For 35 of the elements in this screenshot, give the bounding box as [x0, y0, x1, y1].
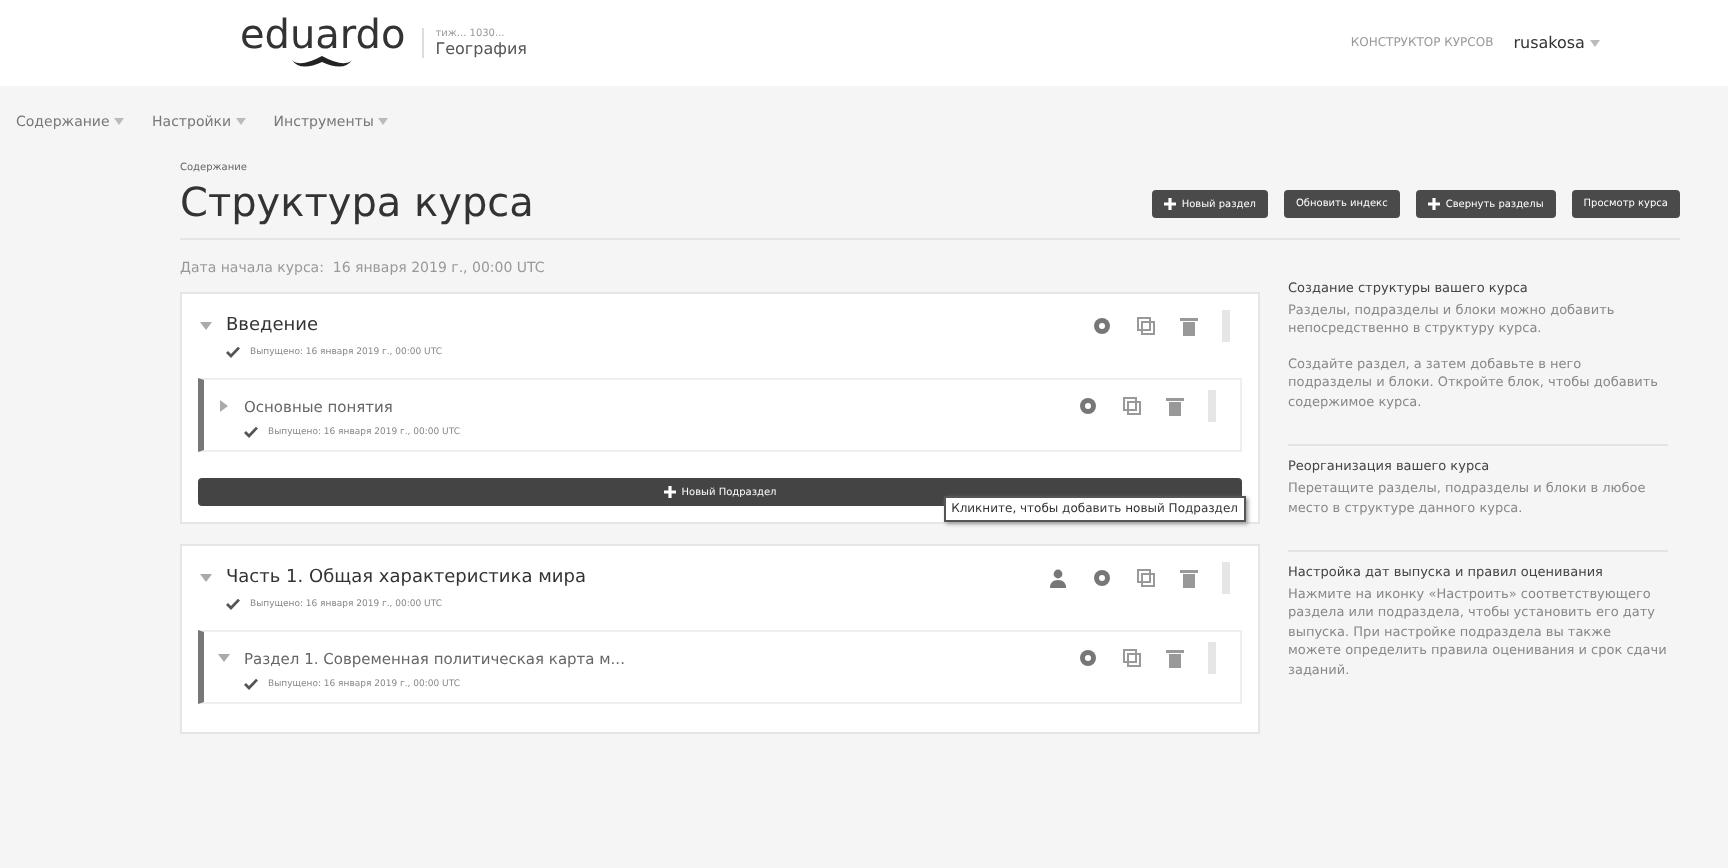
caret-icon: [235, 118, 246, 127]
section-title[interactable]: Введение: [226, 316, 319, 336]
check-icon: [226, 346, 240, 358]
copy-icon[interactable]: [1136, 568, 1156, 588]
trash-icon[interactable]: [1166, 648, 1184, 668]
mustache-icon: [292, 56, 353, 72]
copy-icon[interactable]: [1122, 648, 1142, 668]
check-icon: [244, 678, 258, 690]
check-icon: [226, 598, 240, 610]
check-icon: [244, 426, 258, 438]
course-name: География: [435, 40, 527, 58]
trash-icon[interactable]: [1166, 396, 1184, 416]
chevron-right-icon[interactable]: [216, 398, 232, 414]
logo[interactable]: eduardo: [240, 14, 406, 54]
settings-icon[interactable]: [1078, 648, 1098, 668]
settings-icon[interactable]: [1078, 396, 1098, 416]
plus-icon: [663, 485, 676, 498]
copy-icon[interactable]: [1122, 396, 1142, 416]
caret-icon: [1590, 39, 1600, 48]
trash-icon[interactable]: [1180, 568, 1198, 588]
plus-icon: [1163, 197, 1176, 210]
chevron-down-icon[interactable]: [198, 318, 214, 334]
chevron-down-icon[interactable]: [216, 650, 232, 666]
chevron-down-icon[interactable]: [198, 570, 214, 586]
user-menu[interactable]: rusakosa: [1513, 34, 1600, 52]
caret-icon: [114, 118, 125, 127]
trash-icon[interactable]: [1180, 316, 1198, 336]
copy-icon[interactable]: [1136, 316, 1156, 336]
plus-icon: [1427, 197, 1440, 210]
person-icon[interactable]: [1048, 568, 1068, 588]
settings-icon[interactable]: [1092, 316, 1112, 336]
settings-icon[interactable]: [1092, 568, 1112, 588]
caret-icon: [378, 118, 389, 127]
page-title: Структура курса: [180, 178, 534, 226]
section-title[interactable]: Часть 1. Общая характеристика мира: [226, 568, 586, 588]
